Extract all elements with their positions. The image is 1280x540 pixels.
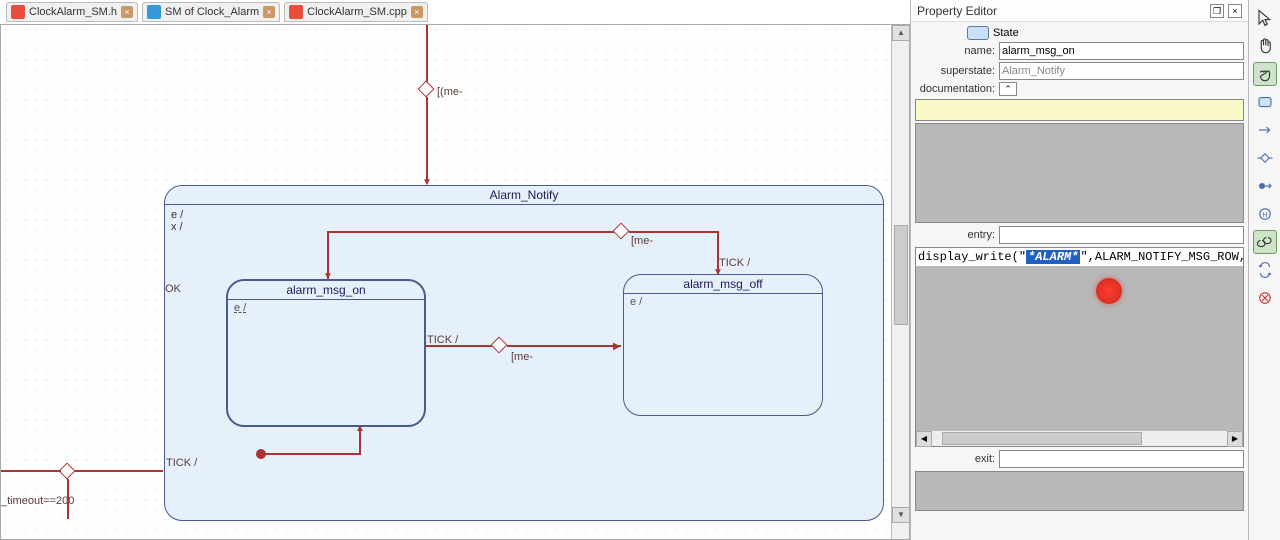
tab-file-2[interactable]: SM of Clock_Alarm × bbox=[142, 2, 280, 22]
scroll-down-button[interactable]: ▼ bbox=[892, 507, 910, 523]
grab-tool[interactable] bbox=[1253, 62, 1277, 86]
state-type-icon bbox=[967, 26, 989, 40]
panel-title: Property Editor bbox=[917, 4, 997, 18]
close-icon[interactable]: × bbox=[1228, 4, 1242, 18]
hand-tool[interactable] bbox=[1253, 34, 1277, 58]
state-title: alarm_msg_on bbox=[228, 281, 424, 300]
scroll-right-button[interactable]: ▶ bbox=[1227, 431, 1243, 447]
transition-line bbox=[75, 470, 163, 472]
panel-header: Property Editor ❐ × bbox=[911, 0, 1248, 22]
entry-input[interactable] bbox=[999, 226, 1244, 244]
tick-label: TICK / bbox=[427, 334, 458, 346]
transition-line bbox=[426, 25, 428, 83]
tab-label: SM of Clock_Alarm bbox=[165, 6, 259, 18]
exit-input[interactable] bbox=[999, 450, 1244, 468]
property-editor-panel: Property Editor ❐ × State name: supersta… bbox=[910, 0, 1248, 540]
ok-transition-label: OK bbox=[165, 283, 181, 295]
tab-bar: ClockAlarm_SM.h × SM of Clock_Alarm × Cl… bbox=[0, 0, 428, 24]
close-icon[interactable]: × bbox=[263, 6, 275, 18]
initial-tool[interactable] bbox=[1253, 174, 1277, 198]
transition-line bbox=[507, 345, 621, 347]
tool-palette: H bbox=[1248, 0, 1280, 540]
code-text: display_write(" bbox=[918, 250, 1026, 264]
entry-code-area[interactable]: display_write("*ALARM*",ALARM_NOTIFY_MSG… bbox=[915, 247, 1244, 447]
arrow-up-icon: ▲ bbox=[355, 423, 365, 434]
exit-code-area[interactable] bbox=[915, 471, 1244, 511]
superstate-input[interactable] bbox=[999, 62, 1244, 80]
c-file-icon bbox=[11, 5, 25, 19]
junction-label: [(me- bbox=[437, 86, 463, 98]
code-line[interactable]: display_write("*ALARM*",ALARM_NOTIFY_MSG… bbox=[916, 248, 1243, 266]
cursor-indicator bbox=[1096, 278, 1122, 304]
scroll-left-button[interactable]: ◀ bbox=[916, 431, 932, 447]
entry-action: e / bbox=[171, 209, 877, 221]
link-tool[interactable] bbox=[1253, 230, 1277, 254]
guard-label: [me- bbox=[511, 351, 533, 363]
exit-field-label: exit: bbox=[915, 453, 995, 465]
diagram-canvas[interactable]: [(me- ▼ Alarm_Notify e / x / OK ▼ [me- ▼… bbox=[0, 24, 910, 540]
close-icon[interactable]: × bbox=[121, 6, 133, 18]
choice-point[interactable] bbox=[615, 225, 627, 237]
documentation-field-label: documentation: bbox=[915, 83, 995, 95]
transition-line bbox=[426, 97, 428, 183]
vertical-scrollbar[interactable]: ▲ ▼ bbox=[891, 25, 909, 539]
tick-label: TICK / bbox=[166, 457, 197, 469]
scroll-thumb[interactable] bbox=[942, 432, 1142, 445]
guard-label: [me- bbox=[631, 235, 653, 247]
horizontal-scrollbar[interactable]: ◀ ▶ bbox=[916, 430, 1243, 446]
transition-line bbox=[327, 231, 617, 233]
pointer-tool[interactable] bbox=[1253, 6, 1277, 30]
transition-line bbox=[1, 470, 61, 472]
svg-text:H: H bbox=[1262, 210, 1267, 219]
state-title: Alarm_Notify bbox=[165, 186, 883, 205]
tab-label: ClockAlarm_SM.h bbox=[29, 6, 117, 18]
entry-field-label: entry: bbox=[915, 229, 995, 241]
choice-tool[interactable] bbox=[1253, 146, 1277, 170]
state-alarm-msg-on[interactable]: alarm_msg_on e / bbox=[226, 279, 426, 427]
restore-icon[interactable]: ❐ bbox=[1210, 4, 1224, 18]
delete-tool[interactable] bbox=[1253, 286, 1277, 310]
tick-label: TICK / bbox=[719, 257, 750, 269]
scroll-thumb[interactable] bbox=[894, 225, 908, 325]
name-input[interactable] bbox=[999, 42, 1244, 60]
transition-line bbox=[629, 231, 719, 233]
sync-tool[interactable] bbox=[1253, 258, 1277, 282]
state-tool[interactable] bbox=[1253, 90, 1277, 114]
name-field-label: name: bbox=[915, 45, 995, 57]
arrow-right-icon: ▶ bbox=[613, 341, 621, 352]
choice-point[interactable] bbox=[493, 339, 505, 351]
state-title: alarm_msg_off bbox=[624, 275, 822, 294]
history-tool[interactable]: H bbox=[1253, 202, 1277, 226]
transition-tool[interactable] bbox=[1253, 118, 1277, 142]
tab-file-1[interactable]: ClockAlarm_SM.h × bbox=[6, 2, 138, 22]
choice-point[interactable] bbox=[420, 83, 432, 95]
documentation-text-highlight[interactable] bbox=[915, 99, 1244, 121]
code-selection: *ALARM* bbox=[1026, 250, 1080, 264]
transition-line bbox=[265, 453, 361, 455]
state-type-label: State bbox=[993, 27, 1019, 39]
tab-file-3[interactable]: ClockAlarm_SM.cpp × bbox=[284, 2, 428, 22]
entry-action: e / bbox=[228, 300, 424, 316]
sm-file-icon bbox=[147, 5, 161, 19]
close-icon[interactable]: × bbox=[411, 6, 423, 18]
choice-point[interactable] bbox=[61, 465, 73, 477]
code-text: ",ALARM_NOTIFY_MSG_ROW,ALARM bbox=[1080, 250, 1243, 264]
tab-label: ClockAlarm_SM.cpp bbox=[307, 6, 407, 18]
scroll-up-button[interactable]: ▲ bbox=[892, 25, 910, 41]
timeout-label: _timeout==200 bbox=[1, 495, 74, 507]
entry-action: e / bbox=[624, 294, 822, 310]
documentation-textarea[interactable] bbox=[915, 123, 1244, 223]
collapse-icon[interactable]: ⌃ bbox=[999, 82, 1017, 96]
c-file-icon bbox=[289, 5, 303, 19]
state-alarm-msg-off[interactable]: alarm_msg_off e / bbox=[623, 274, 823, 416]
transition-line bbox=[67, 479, 69, 519]
superstate-field-label: superstate: bbox=[915, 65, 995, 77]
